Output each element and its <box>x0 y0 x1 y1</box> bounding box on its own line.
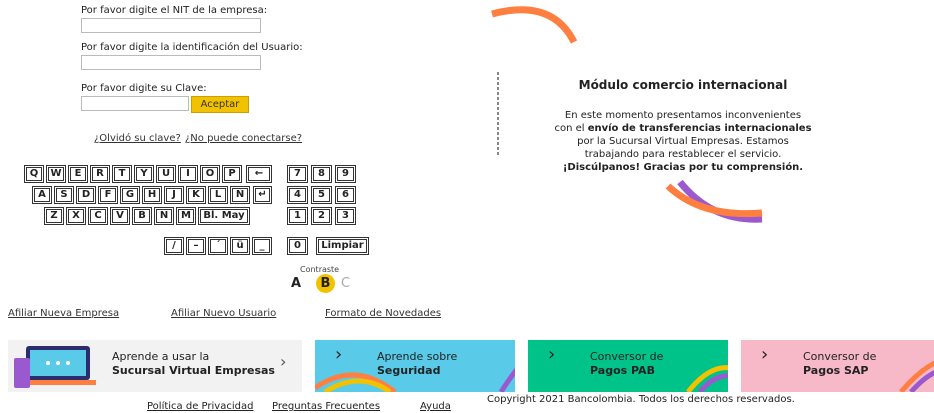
key-t[interactable]: T <box>112 165 132 183</box>
key-w[interactable]: W <box>46 165 66 183</box>
key-h[interactable]: H <box>142 186 162 204</box>
key-z[interactable]: Z <box>44 207 64 225</box>
key-symbol-3[interactable]: ü <box>230 237 250 255</box>
key-num-7[interactable]: 7 <box>287 165 308 183</box>
news-format-link[interactable]: Formato de Novedades <box>325 308 441 319</box>
decorative-arcs <box>686 365 728 392</box>
accept-button[interactable]: Aceptar <box>191 96 249 113</box>
password-input[interactable] <box>81 96 189 111</box>
key-num-4[interactable]: 4 <box>287 186 308 204</box>
banner-security[interactable]: › Aprende sobre Seguridad <box>315 340 515 392</box>
contrast-option-a[interactable]: A <box>291 276 301 291</box>
key-num-3[interactable]: 3 <box>335 207 356 225</box>
contrast-option-b[interactable]: B <box>316 274 335 293</box>
key-symbol-0[interactable]: / <box>164 237 184 255</box>
key-s[interactable]: S <box>54 186 74 204</box>
contrast-label: Contraste <box>300 265 340 274</box>
key-p[interactable]: P <box>222 165 242 183</box>
key-j[interactable]: J <box>164 186 184 204</box>
chevron-right-icon: › <box>280 352 287 371</box>
key-r[interactable]: R <box>90 165 110 183</box>
caps-lock-key[interactable]: Bl. May <box>198 207 250 225</box>
key-q[interactable]: Q <box>24 165 44 183</box>
notice-line-2-bold: envío de transferencias internacionales <box>587 123 812 134</box>
notice-line-2-text: con el <box>554 123 588 134</box>
key-l[interactable]: L <box>208 186 228 204</box>
key-num-2[interactable]: 2 <box>311 207 332 225</box>
user-id-label: Por favor digite la identificación del U… <box>81 42 303 53</box>
key-num-8[interactable]: 8 <box>311 165 332 183</box>
notice-line-5: ¡Discúlpanos! Gracias por tu comprensión… <box>562 162 804 173</box>
key-num-9[interactable]: 9 <box>335 165 356 183</box>
banner-1-line-2: Sucursal Virtual Empresas <box>112 364 275 377</box>
key-b[interactable]: B <box>132 207 152 225</box>
key-v[interactable]: V <box>110 207 130 225</box>
key-n[interactable]: N <box>154 207 174 225</box>
laptop-phone-icon <box>14 346 96 388</box>
decorative-arcs <box>315 367 515 392</box>
banner-learn-branch[interactable]: Aprende a usar la Sucursal Virtual Empre… <box>8 340 302 392</box>
key-o[interactable]: O <box>200 165 220 183</box>
key-f[interactable]: F <box>98 186 118 204</box>
key-num-0[interactable]: 0 <box>287 237 308 255</box>
notice-body: En este momento presentamos inconvenient… <box>520 109 846 174</box>
user-id-input[interactable] <box>81 55 261 70</box>
enter-key[interactable]: ↵ <box>253 186 272 204</box>
key-u[interactable]: U <box>156 165 176 183</box>
key-num-1[interactable]: 1 <box>287 207 308 225</box>
banner-pab[interactable]: › Conversor de Pagos PAB <box>528 340 728 392</box>
banner-sap[interactable]: › Conversor de Pagos SAP <box>741 340 934 392</box>
notice-line-2: con el envío de transferencias internaci… <box>520 122 846 135</box>
nit-input[interactable] <box>81 18 261 33</box>
key-y[interactable]: Y <box>134 165 154 183</box>
clear-button[interactable]: Limpiar <box>316 237 369 255</box>
key-c[interactable]: C <box>88 207 108 225</box>
footer: Política de Privacidad <box>147 394 253 413</box>
cant-connect-link[interactable]: ¿No puede conectarse? <box>185 133 302 144</box>
notice-line-1: En este momento presentamos inconvenient… <box>564 110 802 121</box>
affiliate-company-link[interactable]: Afiliar Nueva Empresa <box>8 308 119 319</box>
key-e[interactable]: E <box>68 165 88 183</box>
nit-label: Por favor digite el NIT de la empresa: <box>81 5 268 16</box>
key-symbol-1[interactable]: – <box>186 237 206 255</box>
copyright-text: Copyright 2021 Bancolombia. Todos los de… <box>487 394 795 405</box>
key-ñ[interactable]: Ñ <box>230 186 250 204</box>
key-a[interactable]: A <box>32 186 52 204</box>
key-i[interactable]: I <box>178 165 198 183</box>
key-m[interactable]: M <box>176 207 196 225</box>
key-g[interactable]: G <box>120 186 140 204</box>
privacy-link[interactable]: Política de Privacidad <box>147 401 253 412</box>
key-num-5[interactable]: 5 <box>311 186 332 204</box>
notice-line-4: trabajando para restablecer el servicio. <box>584 149 782 160</box>
banner-1-line-1: Aprende a usar la <box>112 350 210 363</box>
notice-title: Módulo comercio internacional <box>578 78 788 92</box>
affiliate-user-link[interactable]: Afiliar Nuevo Usuario <box>171 308 276 319</box>
key-num-6[interactable]: 6 <box>335 186 356 204</box>
forgot-password-link[interactable]: ¿Olvidó su clave? <box>94 133 181 144</box>
key-symbol-2[interactable]: ´ <box>208 237 228 255</box>
key-d[interactable]: D <box>76 186 96 204</box>
password-label: Por favor digite su Clave: <box>81 83 207 94</box>
key-k[interactable]: K <box>186 186 206 204</box>
notice-line-3: por la Sucursal Virtual Empresas. Estamo… <box>577 136 789 147</box>
backspace-key[interactable]: ← <box>246 165 272 183</box>
key-symbol-4[interactable]: _ <box>252 237 272 255</box>
contrast-option-c[interactable]: C <box>341 276 350 291</box>
key-x[interactable]: X <box>66 207 86 225</box>
help-link[interactable]: Ayuda <box>420 401 451 412</box>
faq-link[interactable]: Preguntas Frecuentes <box>272 401 380 412</box>
decorative-arcs <box>899 360 934 392</box>
